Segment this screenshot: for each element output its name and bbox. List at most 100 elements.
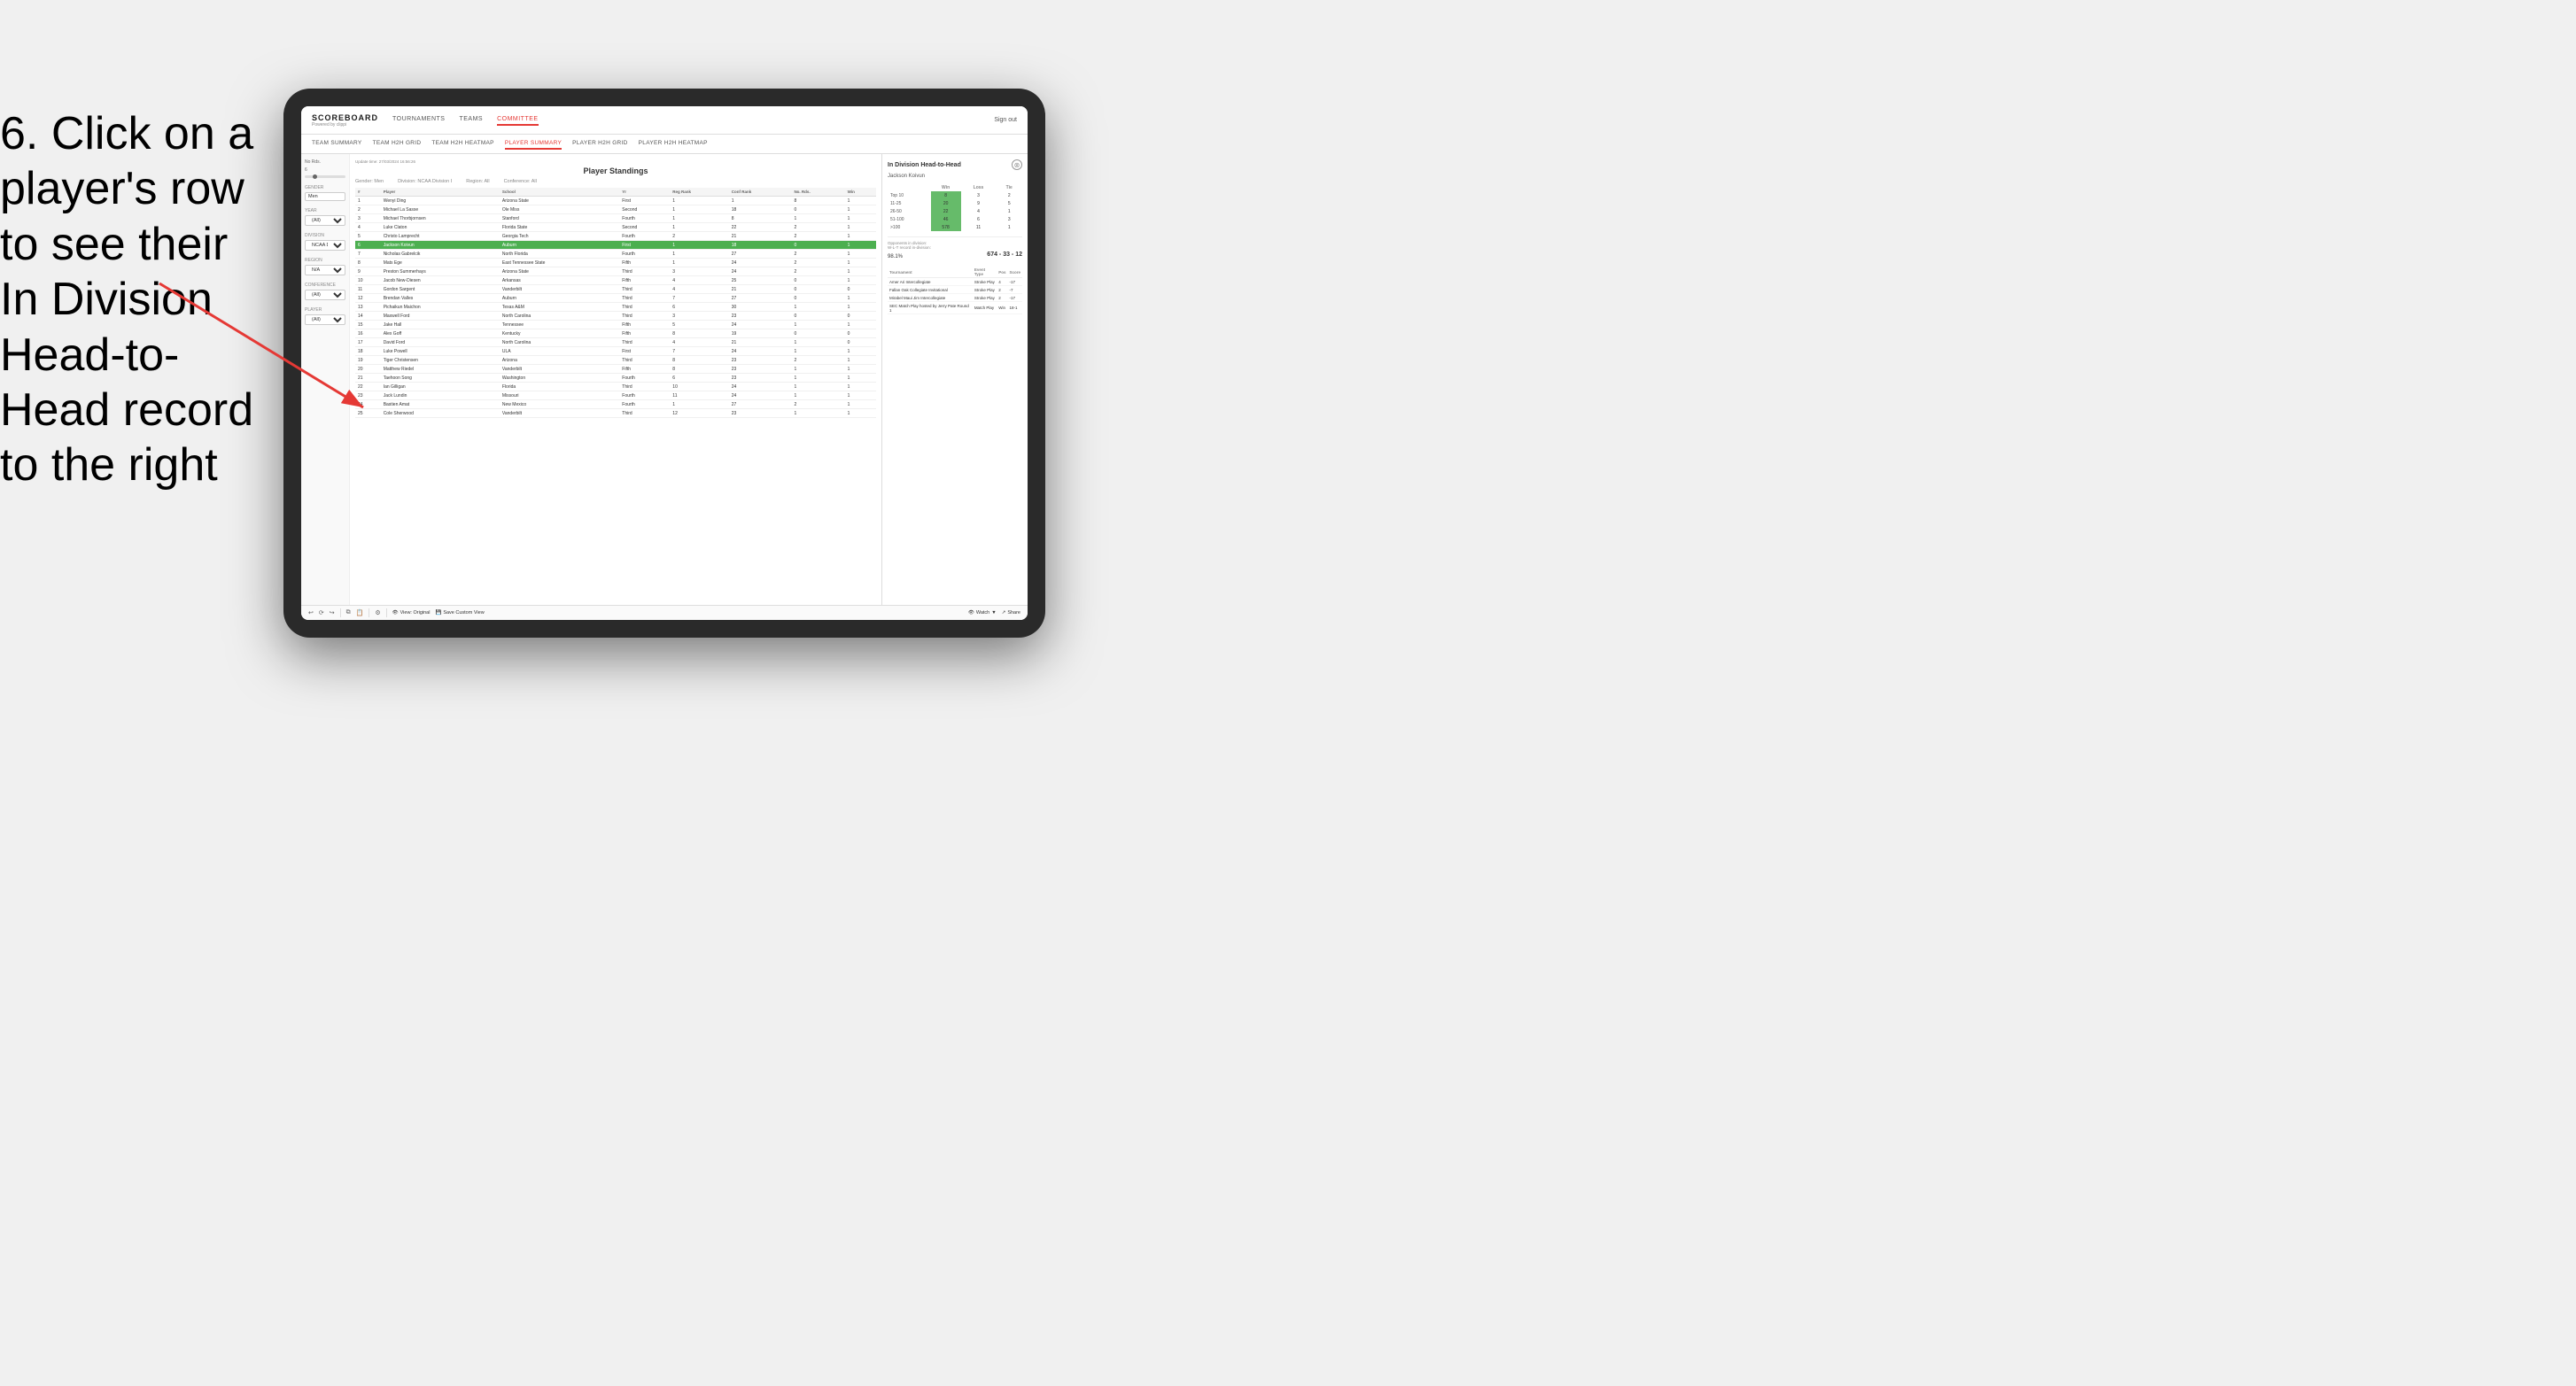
forward-icon[interactable]: ↪ [330,609,335,616]
h2h-tie: 3 [996,215,1022,223]
tab-player-h2h-heatmap[interactable]: PLAYER H2H HEATMAP [639,138,708,150]
no-rds-section: No Rds. 6 [305,159,345,178]
view-original-btn[interactable]: 👁 View: Original [392,610,431,616]
cell-reg: 4 [670,285,728,294]
cell-conf: 27 [729,250,792,259]
table-row[interactable]: 1 Wenyi Ding Arizona State First 1 1 8 1 [355,197,876,205]
cell-reg: 8 [670,365,728,374]
cell-reg: 1 [670,214,728,223]
cell-reg: 6 [670,374,728,383]
h2h-col-win: Win [931,184,961,191]
t-score: 18-1 [1007,302,1022,314]
table-row[interactable]: 9 Preston Summerhays Arizona State Third… [355,267,876,276]
tab-team-summary[interactable]: TEAM SUMMARY [312,138,362,150]
table-row[interactable]: 12 Brendan Valles Auburn Third 7 27 0 1 [355,294,876,303]
cell-school: Florida State [500,223,619,232]
table-row[interactable]: 7 Nicholas Gabrelcik North Florida Fourt… [355,250,876,259]
division-select[interactable]: NCAA Division I [305,240,345,251]
table-row[interactable]: 18 Luke Powell ULA First 7 24 1 1 [355,347,876,356]
h2h-close-button[interactable]: ⊗ [1012,159,1022,170]
table-row[interactable]: 17 David Ford North Carolina Third 4 21 … [355,338,876,347]
cell-rank: 18 [355,347,381,356]
opponents-pct: 98.1% [888,254,903,259]
sign-out-link[interactable]: Sign out [994,117,1017,123]
cell-rds: 1 [791,374,844,383]
watch-btn[interactable]: 👁 Watch ▼ [968,610,997,616]
cell-rank: 10 [355,276,381,285]
h2h-col-range [888,184,931,191]
cell-player: Gordon Sargent [381,285,500,294]
table-row[interactable]: 19 Tiger Christensen Arizona Third 8 23 … [355,356,876,365]
table-row[interactable]: 21 Taehoon Song Washington Fourth 6 23 1… [355,374,876,383]
table-row[interactable]: 8 Mats Ege East Tennessee State Fifth 1 … [355,259,876,267]
player-section: Player (All) [305,307,345,325]
player-select[interactable]: (All) [305,314,345,325]
cell-player: Taehoon Song [381,374,500,383]
table-row[interactable]: 20 Matthew Riedel Vanderbilt Fifth 8 23 … [355,365,876,374]
table-row[interactable]: 14 Maxwell Ford North Carolina Third 3 2… [355,312,876,321]
cell-yr: First [619,347,670,356]
h2h-tie: 2 [996,191,1022,199]
table-row[interactable]: 2 Michael La Sasse Ole Miss Second 1 18 … [355,205,876,214]
cell-reg: 1 [670,259,728,267]
cell-school: Texas A&M [500,303,619,312]
nav-committee[interactable]: COMMITTEE [497,114,539,126]
region-select[interactable]: N/A [305,265,345,275]
tournament-row: Amer Ari Intercollegiate Stroke Play 4 -… [888,278,1022,286]
table-row[interactable]: 15 Jake Hall Tennessee Fifth 5 24 1 1 [355,321,876,329]
paste-icon[interactable]: 📋 [356,609,364,616]
cell-reg: 1 [670,250,728,259]
cell-rds: 0 [791,312,844,321]
cell-win: 1 [845,223,876,232]
conference-select[interactable]: (All) [305,290,345,300]
table-row[interactable]: 6 Jackson Koivun Auburn First 1 18 0 1 [355,241,876,250]
share-label: Share [1007,610,1020,616]
table-row[interactable]: 23 Jack Lundin Missouri Fourth 11 24 1 1 [355,391,876,400]
cell-win: 1 [845,267,876,276]
nav-teams[interactable]: TEAMS [459,114,483,126]
cell-conf: 27 [729,294,792,303]
cell-reg: 12 [670,409,728,418]
cell-conf: 1 [729,197,792,205]
cell-conf: 24 [729,267,792,276]
cell-rds: 2 [791,232,844,241]
cell-win: 1 [845,294,876,303]
tab-player-summary[interactable]: PLAYER SUMMARY [505,138,562,150]
table-row[interactable]: 16 Alex Goff Kentucky Fifth 8 19 0 0 [355,329,876,338]
update-time: Update time: 27/03/2024 16:56:26 [355,159,876,164]
table-row[interactable]: 3 Michael Thorbjornsen Stanford Fourth 1… [355,214,876,223]
cell-player: Mats Ege [381,259,500,267]
cell-conf: 23 [729,365,792,374]
cell-conf: 18 [729,205,792,214]
h2h-loss: 3 [961,191,997,199]
redo-icon[interactable]: ⟳ [319,609,324,616]
cell-reg: 8 [670,329,728,338]
table-row[interactable]: 5 Christo Lamprecht Georgia Tech Fourth … [355,232,876,241]
cell-conf: 21 [729,232,792,241]
table-row[interactable]: 11 Gordon Sargent Vanderbilt Third 4 21 … [355,285,876,294]
cell-rank: 19 [355,356,381,365]
table-row[interactable]: 22 Ian Gilligan Florida Third 10 24 1 1 [355,383,876,391]
table-row[interactable]: 4 Luke Claton Florida State Second 1 22 … [355,223,876,232]
cell-win: 1 [845,383,876,391]
tab-team-h2h-heatmap[interactable]: TEAM H2H HEATMAP [431,138,493,150]
save-custom-btn[interactable]: 💾 Save Custom View [435,610,484,616]
no-rds-slider[interactable] [305,175,345,178]
undo-icon[interactable]: ↩ [308,609,314,616]
watch-chevron-icon: ▼ [991,610,996,616]
cell-player: Wenyi Ding [381,197,500,205]
share-btn[interactable]: ↗ Share [1002,610,1020,616]
tab-player-h2h-grid[interactable]: PLAYER H2H GRID [572,138,628,150]
table-row[interactable]: 13 Pichaikun Maichon Texas A&M Third 6 3… [355,303,876,312]
table-row[interactable]: 24 Bastien Amat New Mexico Fourth 1 27 2… [355,400,876,409]
copy-icon[interactable]: ⧉ [346,609,351,616]
table-row[interactable]: 25 Cole Sherwood Vanderbilt Third 12 23 … [355,409,876,418]
cell-conf: 22 [729,223,792,232]
settings-icon[interactable]: ⚙ [375,609,380,616]
tab-team-h2h-grid[interactable]: TEAM H2H GRID [373,138,422,150]
table-row[interactable]: 10 Jacob New-Diesen Arkansas Fifth 4 25 … [355,276,876,285]
cell-school: Arizona [500,356,619,365]
cell-reg: 1 [670,400,728,409]
year-select[interactable]: (All) [305,215,345,226]
nav-tournaments[interactable]: TOURNAMENTS [392,114,445,126]
